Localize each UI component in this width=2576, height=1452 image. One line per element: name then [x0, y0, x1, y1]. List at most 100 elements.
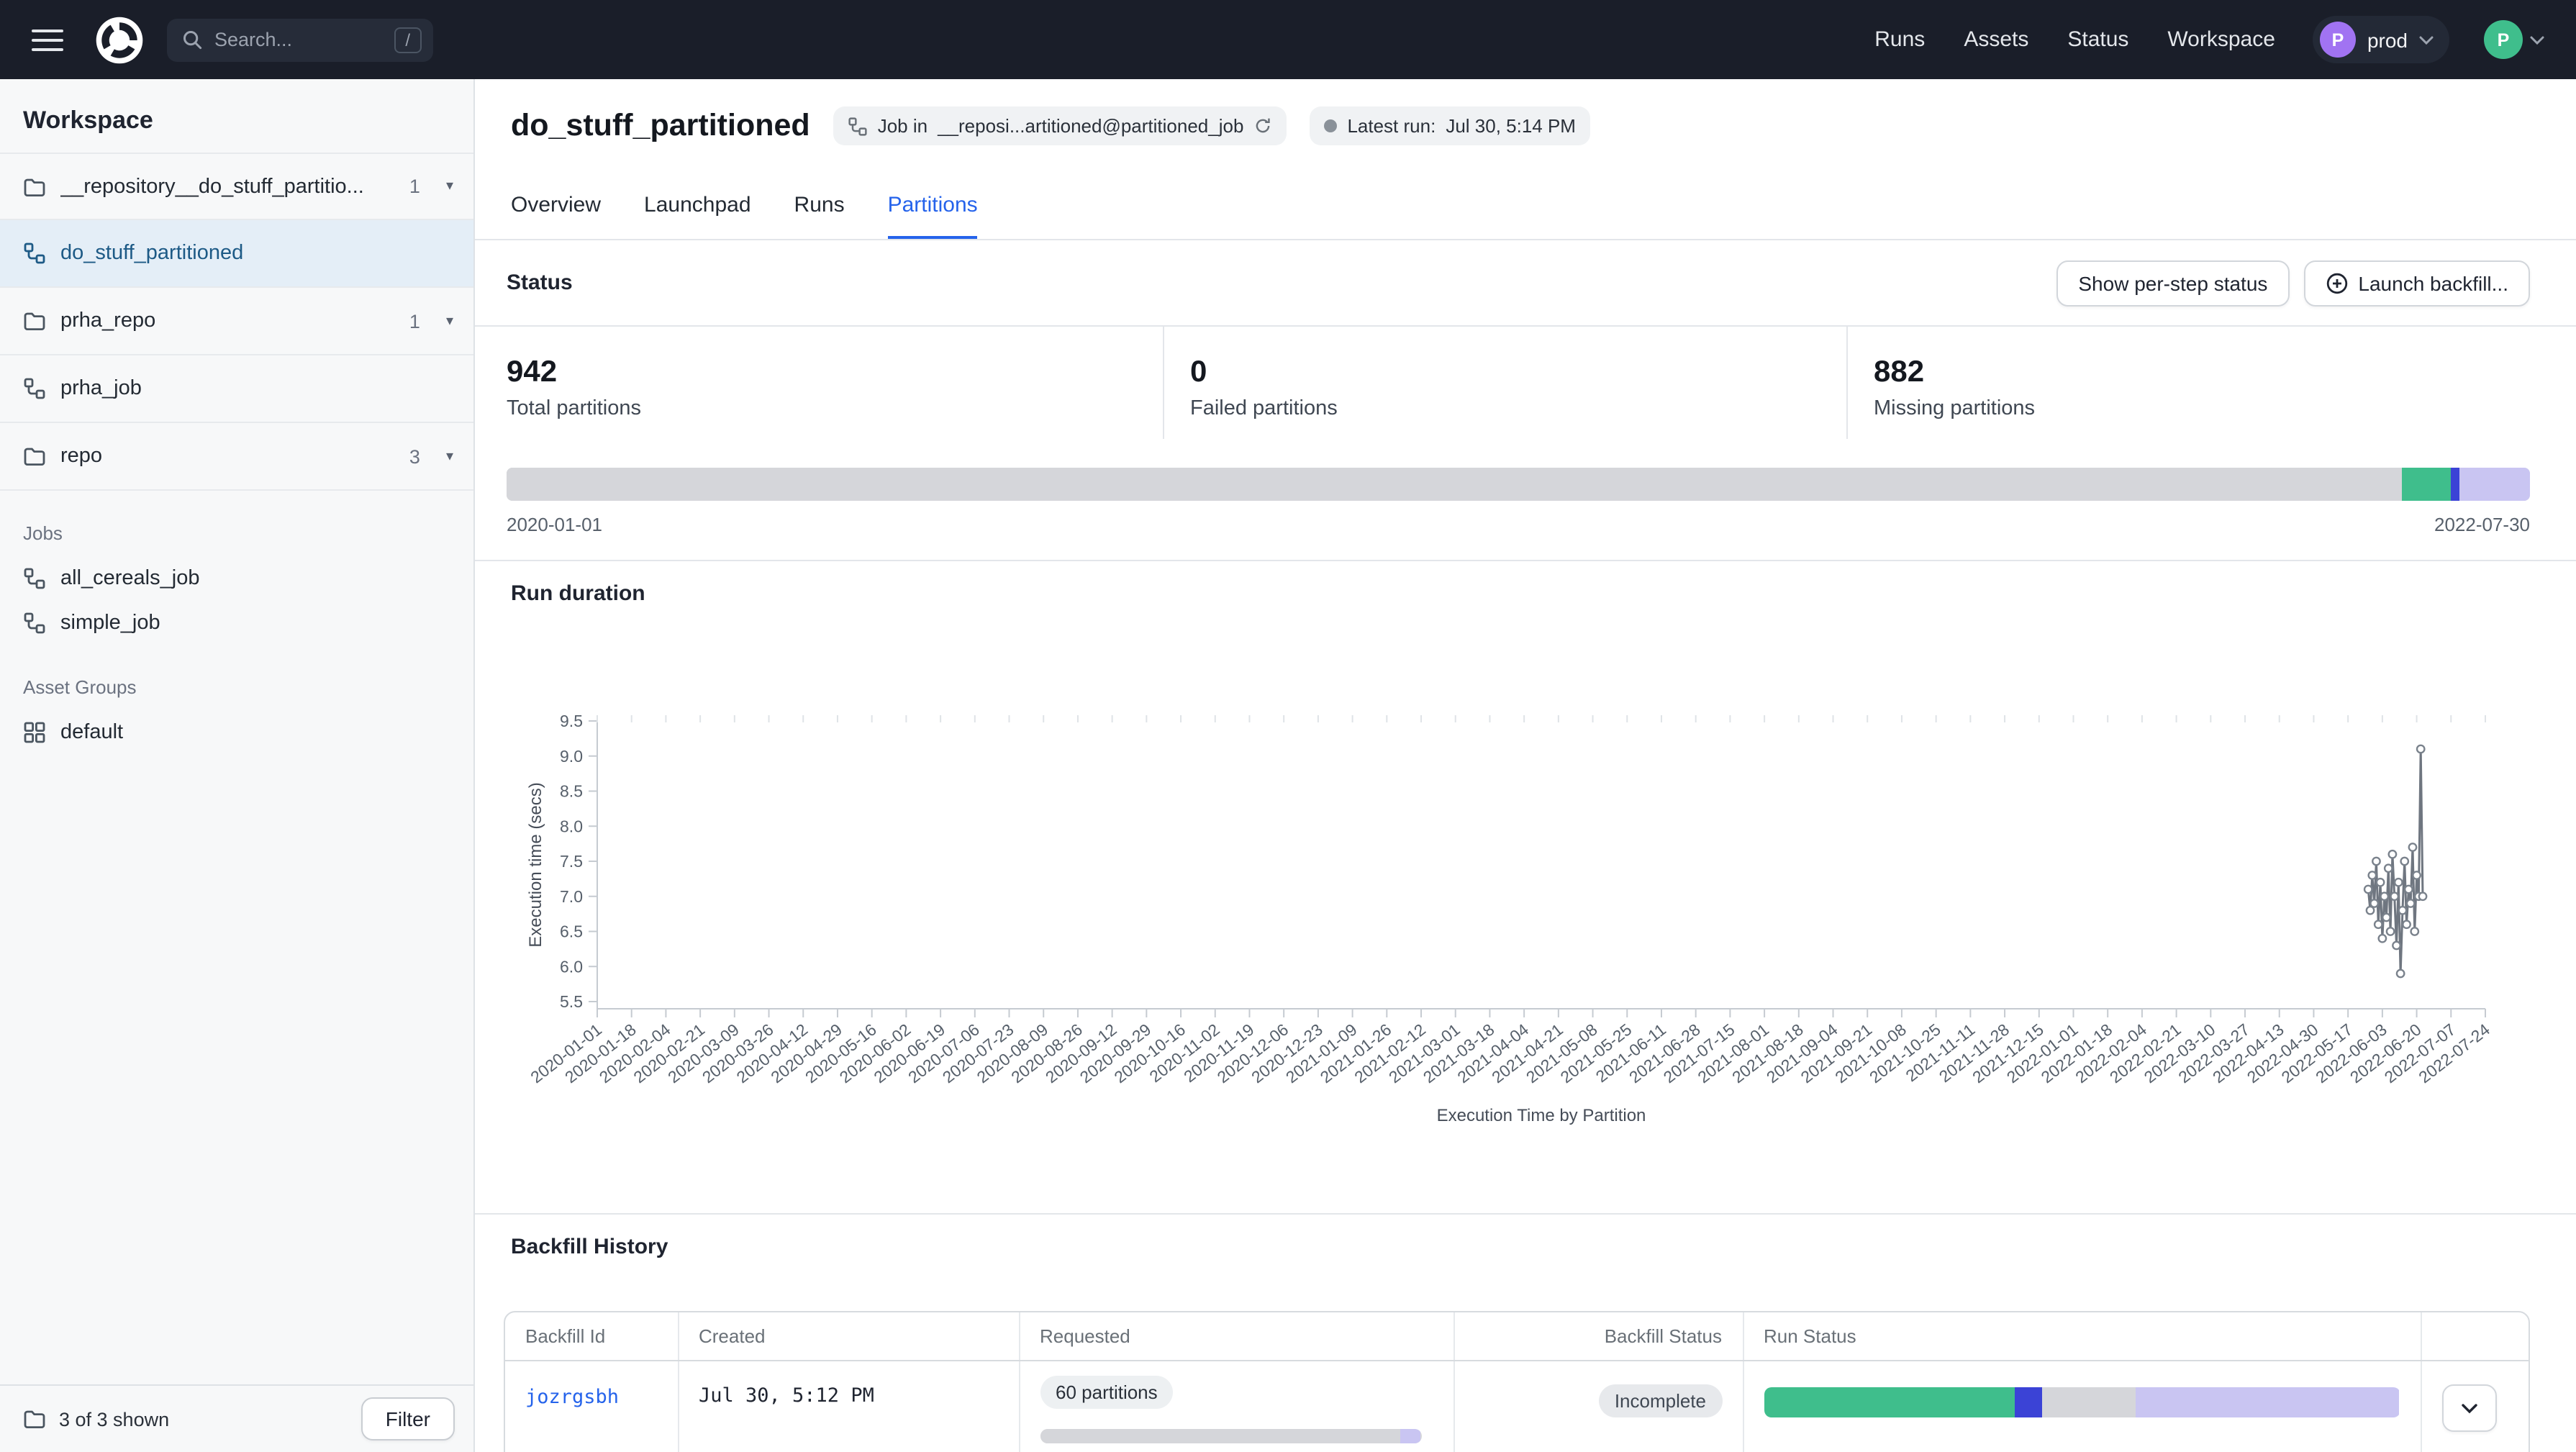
launch-backfill-button[interactable]: Launch backfill...	[2303, 260, 2530, 306]
backfill-history-heading: Backfill History	[511, 1235, 2576, 1259]
svg-text:7.0: 7.0	[560, 887, 583, 906]
backfill-row-menu-button[interactable]	[2441, 1384, 2496, 1432]
bar-segment	[2403, 468, 2451, 501]
nav-link-assets[interactable]: Assets	[1964, 27, 2028, 52]
hamburger-menu-icon	[32, 28, 63, 51]
job-chip-target[interactable]: __reposi...artitioned@partitioned_job	[938, 115, 1243, 137]
stat-label: Missing partitions	[1874, 397, 2530, 420]
sidebar-item-label: prha_repo	[60, 309, 155, 332]
search-input[interactable]: Search... /	[167, 18, 433, 61]
nav-link-status[interactable]: Status	[2067, 27, 2128, 52]
svg-text:9.0: 9.0	[560, 747, 583, 766]
run-status-bar[interactable]	[1764, 1387, 2400, 1417]
svg-text:6.5: 6.5	[560, 922, 583, 941]
run-duration-chart[interactable]: 9.59.08.58.07.57.06.56.05.52020-01-01202…	[475, 658, 2576, 1147]
requested-partitions-chip[interactable]: 60 partitions	[1040, 1376, 1174, 1409]
backfill-table: Backfill Id Created Requested Backfill S…	[504, 1311, 2530, 1452]
bar-segment	[2459, 468, 2530, 501]
run-duration-section: Run duration 9.59.08.58.07.57.06.56.05.5…	[475, 560, 2576, 1147]
backfill-requested-cell: 60 partitions 2020-01-01 2022-07-30	[1019, 1361, 1453, 1452]
backfill-table-header: Backfill Id Created Requested Backfill S…	[505, 1312, 2529, 1361]
search-shortcut-key: /	[394, 27, 422, 53]
bar-segment	[2136, 1387, 2400, 1417]
sidebar-item-prha-job[interactable]: prha_job	[0, 355, 473, 423]
asset-group-icon	[23, 720, 46, 743]
stat-value: 942	[507, 355, 1163, 390]
user-menu[interactable]: P	[2484, 20, 2544, 59]
latest-run-time[interactable]: Jul 30, 5:14 PM	[1446, 115, 1576, 137]
sidebar-item-all-cereals-job[interactable]: all_cereals_job	[0, 555, 473, 600]
column-header-actions	[2421, 1312, 2529, 1361]
nav-link-runs[interactable]: Runs	[1874, 27, 1925, 52]
bar-segment	[2451, 468, 2459, 501]
backfill-created-cell: Jul 30, 5:12 PM	[678, 1361, 1019, 1452]
sidebar-item-do-stuff-partitioned[interactable]: do_stuff_partitioned	[0, 220, 473, 288]
page-title: do_stuff_partitioned	[511, 108, 810, 144]
stat-missing-partitions: 882 Missing partitions	[1846, 327, 2530, 439]
sidebar-item-label: simple_job	[60, 611, 160, 634]
tab-runs[interactable]: Runs	[794, 193, 845, 239]
hamburger-menu-button[interactable]	[23, 19, 72, 60]
tab-partitions[interactable]: Partitions	[888, 193, 978, 239]
sidebar-item-repo[interactable]: repo 3 ▾	[0, 423, 473, 491]
sidebar-item-label: __repository__do_stuff_partitio...	[60, 175, 364, 198]
search-icon	[181, 29, 203, 50]
repo-expand-caret[interactable]: ▾	[446, 313, 453, 329]
svg-text:7.5: 7.5	[560, 852, 583, 871]
folder-icon	[23, 175, 46, 198]
column-header-requested: Requested	[1019, 1312, 1453, 1361]
deployment-switcher[interactable]: P prod	[2313, 16, 2449, 63]
bar-segment	[2015, 1387, 2042, 1417]
sidebar-item-label: repo	[60, 445, 102, 468]
svg-text:Execution time (secs): Execution time (secs)	[526, 782, 545, 947]
sidebar-item-simple-job[interactable]: simple_job	[0, 600, 473, 645]
sidebar-item-repository[interactable]: __repository__do_stuff_partitio... 1 ▾	[0, 153, 473, 220]
reload-icon[interactable]	[1253, 117, 1272, 135]
bar-segment	[507, 468, 2403, 501]
column-header-backfill-id: Backfill Id	[505, 1312, 678, 1361]
dagster-logo[interactable]	[92, 12, 147, 67]
job-icon	[23, 377, 46, 400]
backfill-row: jozrgsbh Jul 30, 5:12 PM 60 partitions 2…	[505, 1361, 2529, 1452]
svg-text:6.0: 6.0	[560, 957, 583, 976]
repo-expand-caret[interactable]: ▾	[446, 178, 453, 194]
page-header: do_stuff_partitioned Job in __reposi...a…	[475, 79, 2576, 240]
backfill-history-section: Backfill History Backfill Id Created Req…	[475, 1213, 2576, 1452]
repo-count-badge: 1	[409, 310, 420, 332]
partition-status-bar[interactable]	[507, 468, 2530, 501]
chevron-down-icon	[2530, 35, 2544, 44]
latest-run-chip[interactable]: Latest run: Jul 30, 5:14 PM	[1310, 106, 1590, 145]
main-content: do_stuff_partitioned Job in __reposi...a…	[475, 79, 2576, 1452]
chevron-down-icon	[2460, 1402, 2477, 1414]
dagster-app: Search... / Runs Assets Status Workspace…	[0, 0, 2576, 1452]
bar-segment	[1400, 1429, 1421, 1443]
job-origin-chip[interactable]: Job in __reposi...artitioned@partitioned…	[833, 106, 1287, 145]
repo-list: __repository__do_stuff_partitio... 1 ▾ d…	[0, 153, 473, 491]
bar-segment	[1764, 1387, 2015, 1417]
backfill-id-link[interactable]: jozrgsbh	[525, 1386, 619, 1409]
partition-stats: 942 Total partitions 0 Failed partitions…	[475, 327, 2576, 439]
stat-label: Total partitions	[507, 397, 1163, 420]
tab-bar: Overview Launchpad Runs Partitions	[475, 193, 2576, 240]
stat-label: Failed partitions	[1190, 397, 1846, 420]
svg-text:9.5: 9.5	[560, 712, 583, 730]
folder-icon	[23, 1407, 46, 1430]
asset-groups-section-label: Asset Groups	[0, 645, 473, 709]
repo-expand-caret[interactable]: ▾	[446, 448, 453, 464]
stat-value: 882	[1874, 355, 2530, 390]
sidebar-item-label: prha_job	[60, 377, 142, 400]
nav-link-workspace[interactable]: Workspace	[2167, 27, 2275, 52]
job-icon	[23, 611, 46, 634]
show-per-step-status-button[interactable]: Show per-step status	[2056, 260, 2289, 306]
filter-button[interactable]: Filter	[361, 1397, 455, 1440]
sidebar-item-prha-repo[interactable]: prha_repo 1 ▾	[0, 288, 473, 355]
sidebar-item-default-asset-group[interactable]: default	[0, 709, 473, 754]
top-nav: Search... / Runs Assets Status Workspace…	[0, 0, 2576, 79]
nav-links: Runs Assets Status Workspace	[1874, 27, 2275, 52]
dagster-logo-icon	[92, 12, 147, 67]
repo-count-badge: 3	[409, 445, 420, 467]
shown-count-label: 3 of 3 shown	[59, 1408, 169, 1430]
sidebar-item-label: all_cereals_job	[60, 566, 199, 589]
tab-overview[interactable]: Overview	[511, 193, 601, 239]
tab-launchpad[interactable]: Launchpad	[644, 193, 751, 239]
